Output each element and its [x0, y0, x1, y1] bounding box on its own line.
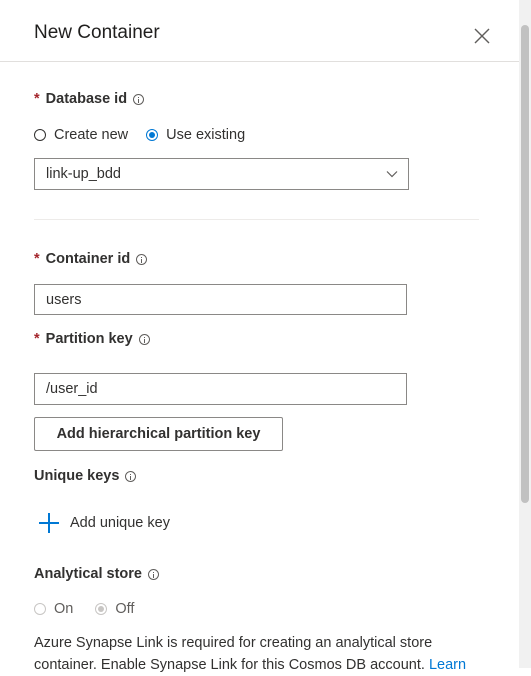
use-existing-label: Use existing	[166, 127, 246, 143]
info-icon[interactable]	[136, 253, 148, 265]
database-select-value: link-up_bdd	[46, 166, 121, 182]
use-existing-radio[interactable]	[146, 129, 159, 141]
info-icon[interactable]	[133, 93, 145, 105]
database-id-label: * Database id	[34, 91, 145, 107]
partition-key-text: Partition key	[45, 331, 133, 347]
container-id-value: users	[46, 291, 82, 308]
add-unique-key-button[interactable]: Add unique key	[39, 513, 170, 533]
unique-keys-label: Unique keys	[34, 468, 137, 484]
synapse-link-text: Azure Synapse Link is required for creat…	[34, 635, 433, 673]
section-divider	[34, 219, 479, 220]
panel-header: New Container	[0, 0, 519, 62]
new-container-panel: New Container * Database id Create new U…	[0, 0, 519, 673]
required-asterisk: *	[34, 331, 40, 347]
add-unique-key-label: Add unique key	[70, 515, 170, 531]
create-new-radio[interactable]	[34, 129, 46, 141]
analytical-off-label: Off	[115, 601, 135, 617]
analytical-on-radio[interactable]	[34, 603, 46, 615]
unique-keys-text: Unique keys	[34, 468, 120, 484]
info-icon[interactable]	[138, 333, 150, 345]
plus-icon	[39, 513, 59, 533]
container-id-input[interactable]: users	[34, 284, 407, 315]
database-mode-radio-group: Create new Use existing	[34, 127, 263, 143]
required-asterisk: *	[34, 251, 40, 267]
analytical-off-radio[interactable]	[95, 603, 108, 615]
info-icon[interactable]	[148, 568, 159, 580]
analytical-store-label: Analytical store	[34, 566, 159, 582]
add-hierarchical-partition-key-button[interactable]: Add hierarchical partition key	[34, 417, 283, 451]
chevron-down-icon	[386, 171, 398, 178]
panel-title: New Container	[34, 22, 160, 43]
partition-key-input[interactable]: /user_id	[34, 373, 407, 405]
database-select[interactable]: link-up_bdd	[34, 158, 409, 190]
database-id-text: Database id	[45, 91, 128, 107]
analytical-store-radio-group: On Off	[34, 601, 152, 617]
scrollbar-thumb[interactable]	[521, 25, 529, 503]
synapse-link-description: Azure Synapse Link is required for creat…	[34, 632, 494, 676]
required-asterisk: *	[34, 91, 40, 107]
create-new-label: Create new	[54, 127, 129, 143]
learn-more-link[interactable]: Learn	[429, 657, 466, 673]
partition-key-label: * Partition key	[34, 331, 150, 347]
container-id-label: * Container id	[34, 251, 148, 267]
container-id-text: Container id	[45, 251, 131, 267]
info-icon[interactable]	[125, 470, 137, 482]
close-icon[interactable]	[470, 24, 494, 48]
analytical-store-text: Analytical store	[34, 566, 142, 582]
analytical-on-label: On	[54, 601, 74, 617]
partition-key-value: /user_id	[46, 381, 98, 397]
